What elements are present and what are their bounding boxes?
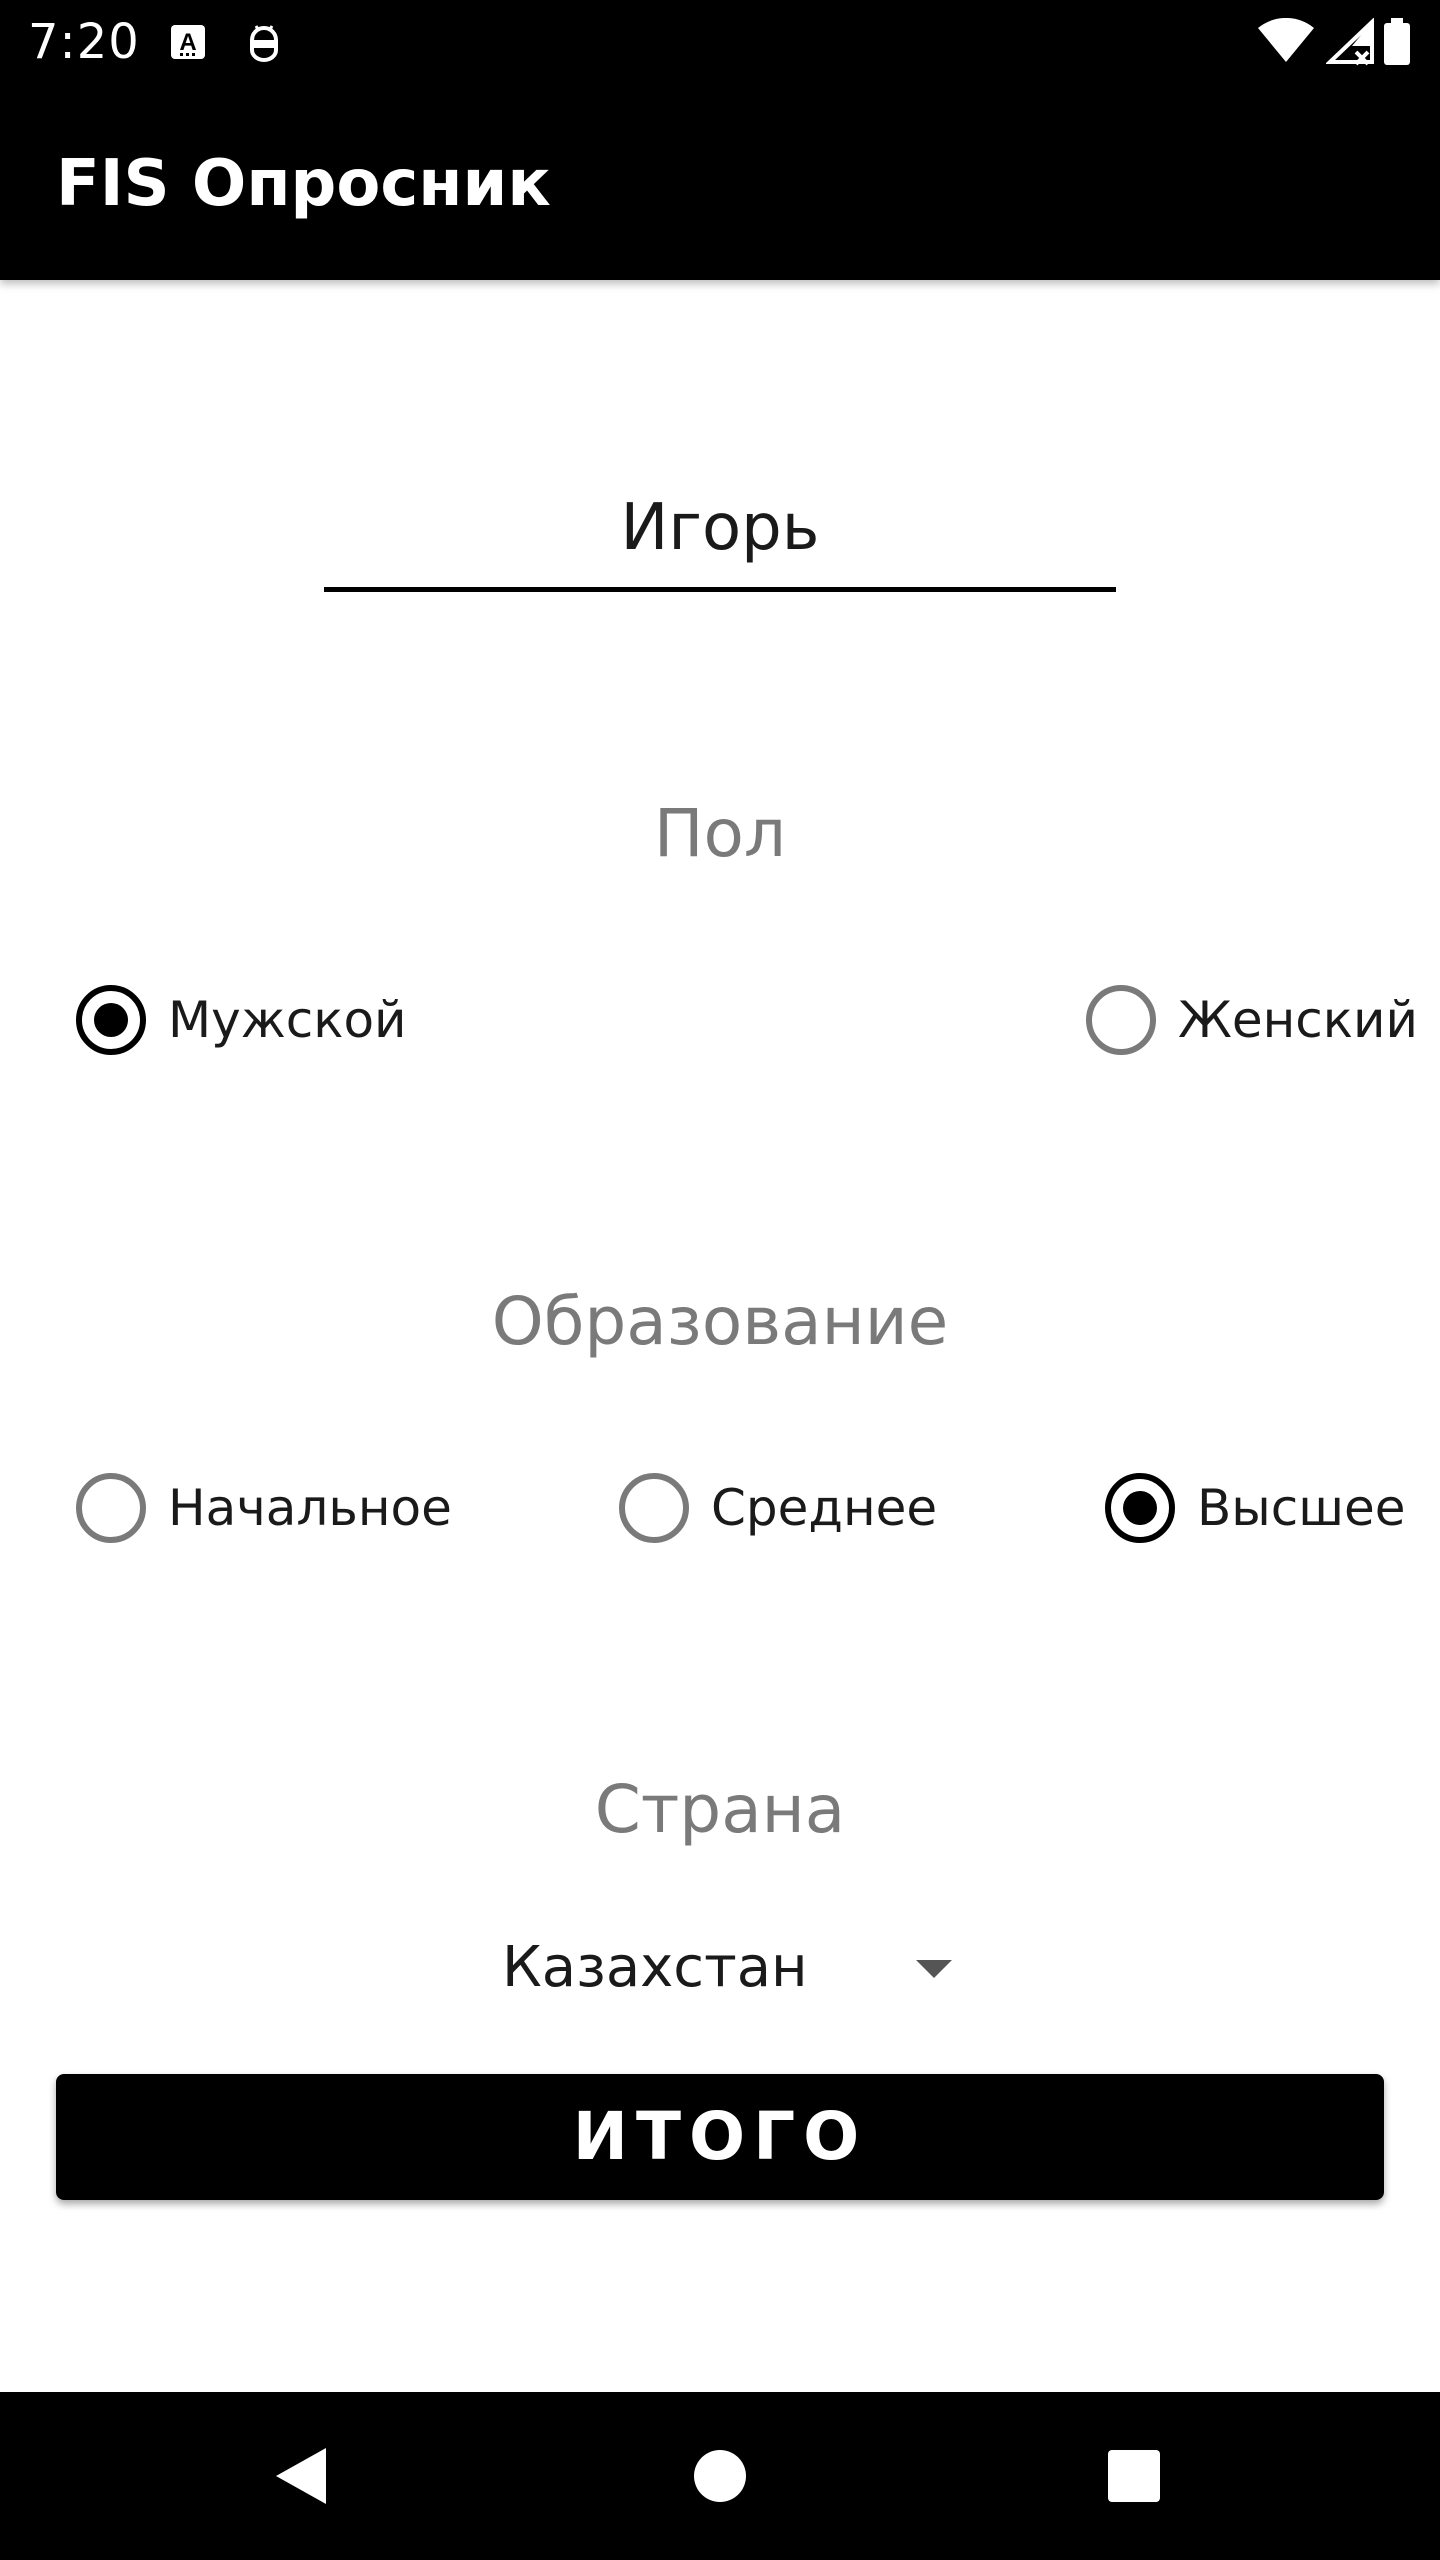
status-bar: 7:20 A xyxy=(0,0,1440,84)
radio-higher[interactable]: Высшее xyxy=(1105,1463,1406,1553)
dropdown-arrow-icon xyxy=(916,1960,952,1978)
radio-label: Начальное xyxy=(168,1479,452,1537)
radio-checked-icon xyxy=(1105,1473,1175,1543)
radio-primary[interactable]: Начальное xyxy=(76,1463,452,1553)
radio-unchecked-icon xyxy=(619,1473,689,1543)
recents-icon[interactable] xyxy=(1084,2426,1184,2526)
country-heading: Страна xyxy=(594,1771,846,1848)
country-selected: Казахстан xyxy=(502,1935,808,2000)
signal-icon xyxy=(1326,18,1374,66)
app-title: FIS Опросник xyxy=(56,147,551,221)
back-icon[interactable] xyxy=(252,2426,352,2526)
radio-male[interactable]: Мужской xyxy=(76,975,407,1065)
education-heading: Образование xyxy=(491,1283,949,1360)
radio-label: Женский xyxy=(1178,991,1418,1049)
wifi-icon xyxy=(1258,18,1314,62)
battery-icon xyxy=(1384,18,1410,65)
status-time: 7:20 xyxy=(28,14,140,70)
name-input[interactable] xyxy=(324,478,1116,592)
app-screen: 7:20 A FIS Опросник Игорь Пол Мужской Же… xyxy=(0,0,1440,2560)
svg-text:A: A xyxy=(179,29,196,56)
radio-secondary[interactable]: Среднее xyxy=(619,1463,937,1553)
app-bar: FIS Опросник xyxy=(0,84,1440,280)
radio-female[interactable]: Женский xyxy=(1086,975,1418,1065)
radio-checked-icon xyxy=(76,985,146,1055)
total-button[interactable]: ИТОГО xyxy=(56,2074,1384,2200)
radio-unchecked-icon xyxy=(76,1473,146,1543)
home-icon[interactable] xyxy=(670,2426,770,2526)
gender-heading: Пол xyxy=(653,795,787,872)
navigation-bar xyxy=(0,2392,1440,2560)
a-keyboard-icon: A xyxy=(171,25,205,59)
radio-label: Мужской xyxy=(168,991,407,1049)
radio-label: Среднее xyxy=(711,1479,938,1537)
country-dropdown[interactable]: Казахстан xyxy=(480,1916,960,2020)
radio-unchecked-icon xyxy=(1086,985,1156,1055)
radio-label: Высшее xyxy=(1197,1479,1406,1537)
android-debug-icon xyxy=(250,25,278,62)
